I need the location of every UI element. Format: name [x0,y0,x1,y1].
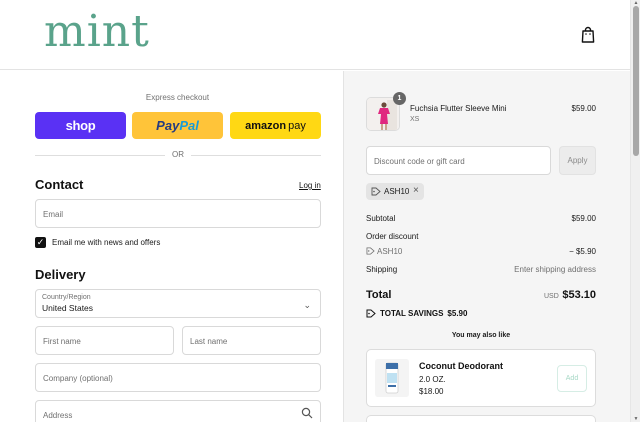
country-value: United States [42,303,94,313]
tag-icon [371,187,381,196]
chevron-down-icon: ⌄ [303,300,311,310]
email-placeholder: Email [43,210,64,219]
store-logo[interactable]: mint [44,6,150,57]
quantity-badge: 1 [393,92,406,105]
subtotal-label: Subtotal [366,214,396,223]
divider [35,155,165,156]
savings-value: $5.90 [447,309,468,318]
upsell-product-image [375,359,409,397]
discount-code-field[interactable]: Discount code or gift card [366,146,551,175]
paypal-button[interactable]: Pay Pal [132,112,223,139]
login-link[interactable]: Log in [299,181,321,190]
shopping-bag-icon[interactable] [580,26,596,44]
email-field[interactable]: Email [35,199,321,228]
product-name: Fuchsia Flutter Sleeve Mini [410,104,507,113]
discount-code-label: ASH10 [377,247,403,256]
shipping-label: Shipping [366,265,398,274]
shop-pay-label: shop [65,118,96,133]
country-select[interactable]: Country/Region United States ⌄ [35,289,321,318]
amazon-label: amazon [245,119,287,132]
amazon-pay-button[interactable]: amazon pay [230,112,321,139]
upsell-card: Coconut Deodorant 2.0 OZ. $18.00 Add [366,349,596,407]
checkout-form-panel: Express checkout shop Pay Pal amazon pay O… [0,71,343,422]
add-upsell-button[interactable]: Add [557,365,587,392]
company-field[interactable]: Company (optional) [35,363,321,392]
newsletter-checkbox[interactable]: ✓ [35,237,46,248]
deodorant-image [375,359,409,397]
shipping-value: Enter shipping address [514,265,596,274]
last-name-field[interactable]: Last name [182,326,321,355]
upsell-size: 2.0 OZ. [419,375,446,384]
upsell-name: Coconut Deodorant [419,361,503,371]
total-value: $53.10 [562,289,596,301]
discount-placeholder: Discount code or gift card [374,157,465,166]
first-name-placeholder: First name [43,337,81,346]
company-placeholder: Company (optional) [43,374,113,383]
product-variant: XS [410,116,420,123]
applied-code: ASH10 [384,187,410,196]
divider [191,155,321,156]
product-price: $59.00 [571,104,596,113]
scroll-down-icon[interactable]: ▼ [633,416,639,422]
amazon-pay-label: pay [288,119,306,132]
order-summary-panel: 1 Fuchsia Flutter Sleeve Mini XS $59.00 … [343,71,630,422]
subtotal-value: $59.00 [571,214,596,223]
total-label: Total [366,289,392,301]
first-name-field[interactable]: First name [35,326,174,355]
or-divider-label: OR [172,150,184,159]
scrollbar[interactable]: ▲ ▼ [630,0,640,422]
upsell-price: $18.00 [419,387,444,396]
shop-pay-button[interactable]: shop [35,112,126,139]
applied-code-chip: ASH10 × [366,183,424,200]
address-field[interactable]: Address [35,400,321,422]
newsletter-label: Email me with news and offers [52,238,161,247]
express-checkout-label: Express checkout [145,93,210,102]
tag-icon [366,309,376,318]
search-icon [301,407,313,419]
upsell-card [366,415,596,422]
savings-label: TOTAL SAVINGS [380,309,444,318]
contact-heading: Contact [35,177,84,192]
apply-button[interactable]: Apply [559,146,596,175]
discount-value: − $5.90 [569,247,596,256]
also-like-heading: You may also like [451,332,511,339]
last-name-placeholder: Last name [190,337,228,346]
country-label: Country/Region [42,294,91,301]
scroll-up-icon[interactable]: ▲ [633,0,639,6]
address-placeholder: Address [43,411,73,420]
total-savings: TOTAL SAVINGS $5.90 [380,309,467,318]
site-header: mint [0,0,630,70]
remove-code-icon[interactable]: × [413,185,419,196]
delivery-heading: Delivery [35,267,86,282]
order-discount-label: Order discount [366,232,419,241]
paypal-label-pay: Pay [156,118,180,133]
tag-icon [366,247,375,255]
paypal-label-pal: Pal [179,118,199,133]
scrollbar-thumb[interactable] [633,6,639,156]
